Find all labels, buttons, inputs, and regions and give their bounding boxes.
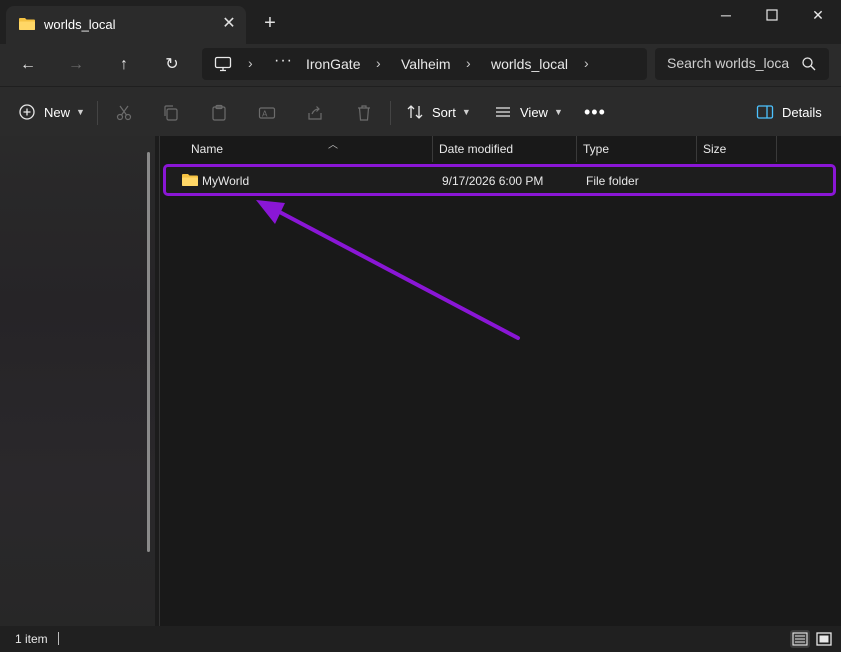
more-crumbs-icon[interactable]: ···	[274, 52, 293, 70]
column-header-type[interactable]: Type	[577, 136, 697, 162]
details-pane-icon	[756, 105, 774, 119]
paste-icon[interactable]	[210, 104, 228, 122]
search-icon[interactable]	[801, 56, 817, 72]
nav-scrollbar[interactable]	[147, 152, 150, 552]
chevron-down-icon: ▼	[461, 107, 471, 117]
column-header-size[interactable]: Size	[697, 136, 777, 162]
view-list-icon	[496, 107, 510, 117]
navigation-pane[interactable]	[0, 136, 155, 626]
table-row[interactable]: MyWorld 9/17/2026 6:00 PM File folder	[163, 164, 836, 196]
divider	[390, 101, 391, 125]
forward-arrow-icon[interactable]: →	[62, 52, 90, 78]
folder-icon	[19, 18, 35, 30]
minimize-icon[interactable]: ─	[703, 0, 749, 32]
status-bar: 1 item	[0, 626, 841, 652]
view-label: View	[520, 104, 548, 120]
address-bar[interactable]: › ··· IronGate › Valheim › worlds_local …	[202, 48, 647, 80]
address-row: ← → ↑ ↻ › ··· IronGate › Valheim › world…	[0, 44, 841, 86]
chevron-down-icon: ▼	[553, 107, 563, 117]
file-date: 9/17/2026 6:00 PM	[442, 174, 544, 188]
details-view-icon[interactable]	[790, 630, 810, 648]
sort-button[interactable]: Sort ▼	[406, 100, 471, 124]
view-button[interactable]: View ▼	[494, 100, 563, 124]
share-icon[interactable]	[306, 104, 324, 122]
text-cursor	[58, 632, 59, 645]
command-bar: New ▼ A Sort ▼ View ▼ ••• Details	[0, 86, 841, 136]
breadcrumb-valheim[interactable]: Valheim	[401, 56, 451, 72]
chevron-right-icon[interactable]: ›	[584, 55, 589, 71]
tab-worlds-local[interactable]: worlds_local ✕	[6, 6, 246, 44]
close-icon[interactable]: ✕	[795, 0, 841, 32]
title-bar: worlds_local ✕ + ─ ✕	[0, 0, 841, 44]
divider	[97, 101, 98, 125]
chevron-right-icon: ›	[248, 55, 253, 71]
sort-label: Sort	[432, 104, 456, 120]
details-label: Details	[782, 104, 822, 120]
new-label: New	[44, 104, 71, 120]
tiles-view-icon[interactable]	[814, 630, 834, 648]
new-tab-button[interactable]: +	[258, 12, 282, 36]
details-button[interactable]: Details	[756, 100, 822, 124]
file-name: MyWorld	[202, 174, 250, 188]
refresh-icon[interactable]: ↻	[158, 52, 186, 78]
maximize-icon[interactable]	[749, 0, 795, 32]
chevron-right-icon: ›	[376, 55, 381, 71]
chevron-down-icon: ▼	[76, 107, 85, 117]
back-arrow-icon[interactable]: ←	[14, 52, 42, 78]
copy-icon[interactable]	[162, 104, 180, 122]
up-arrow-icon[interactable]: ↑	[110, 52, 138, 78]
rename-icon[interactable]: A	[258, 104, 276, 122]
tab-close-icon[interactable]: ✕	[218, 13, 240, 35]
delete-icon[interactable]	[355, 104, 373, 122]
column-header-date[interactable]: Date modified	[433, 136, 577, 162]
svg-text:A: A	[262, 110, 268, 119]
folder-icon	[182, 174, 198, 186]
search-input[interactable]	[667, 55, 789, 71]
more-options-icon[interactable]: •••	[584, 100, 606, 124]
new-button[interactable]: New ▼	[18, 100, 85, 124]
item-count: 1 item	[15, 632, 48, 646]
file-type: File folder	[586, 174, 639, 188]
file-list: ︿ Name Date modified Type Size MyWorld 9…	[160, 136, 841, 626]
sort-icon	[407, 105, 423, 119]
chevron-right-icon: ›	[466, 55, 471, 71]
breadcrumb-irongate[interactable]: IronGate	[306, 56, 360, 72]
breadcrumb-worlds-local[interactable]: worlds_local	[491, 56, 568, 72]
plus-circle-icon	[19, 104, 35, 120]
sort-up-icon: ︿	[328, 140, 338, 151]
column-header-name[interactable]: ︿ Name	[185, 136, 433, 162]
computer-icon	[214, 56, 232, 72]
cut-icon[interactable]	[115, 104, 133, 122]
tab-title: worlds_local	[44, 17, 116, 32]
search-box	[655, 48, 829, 80]
